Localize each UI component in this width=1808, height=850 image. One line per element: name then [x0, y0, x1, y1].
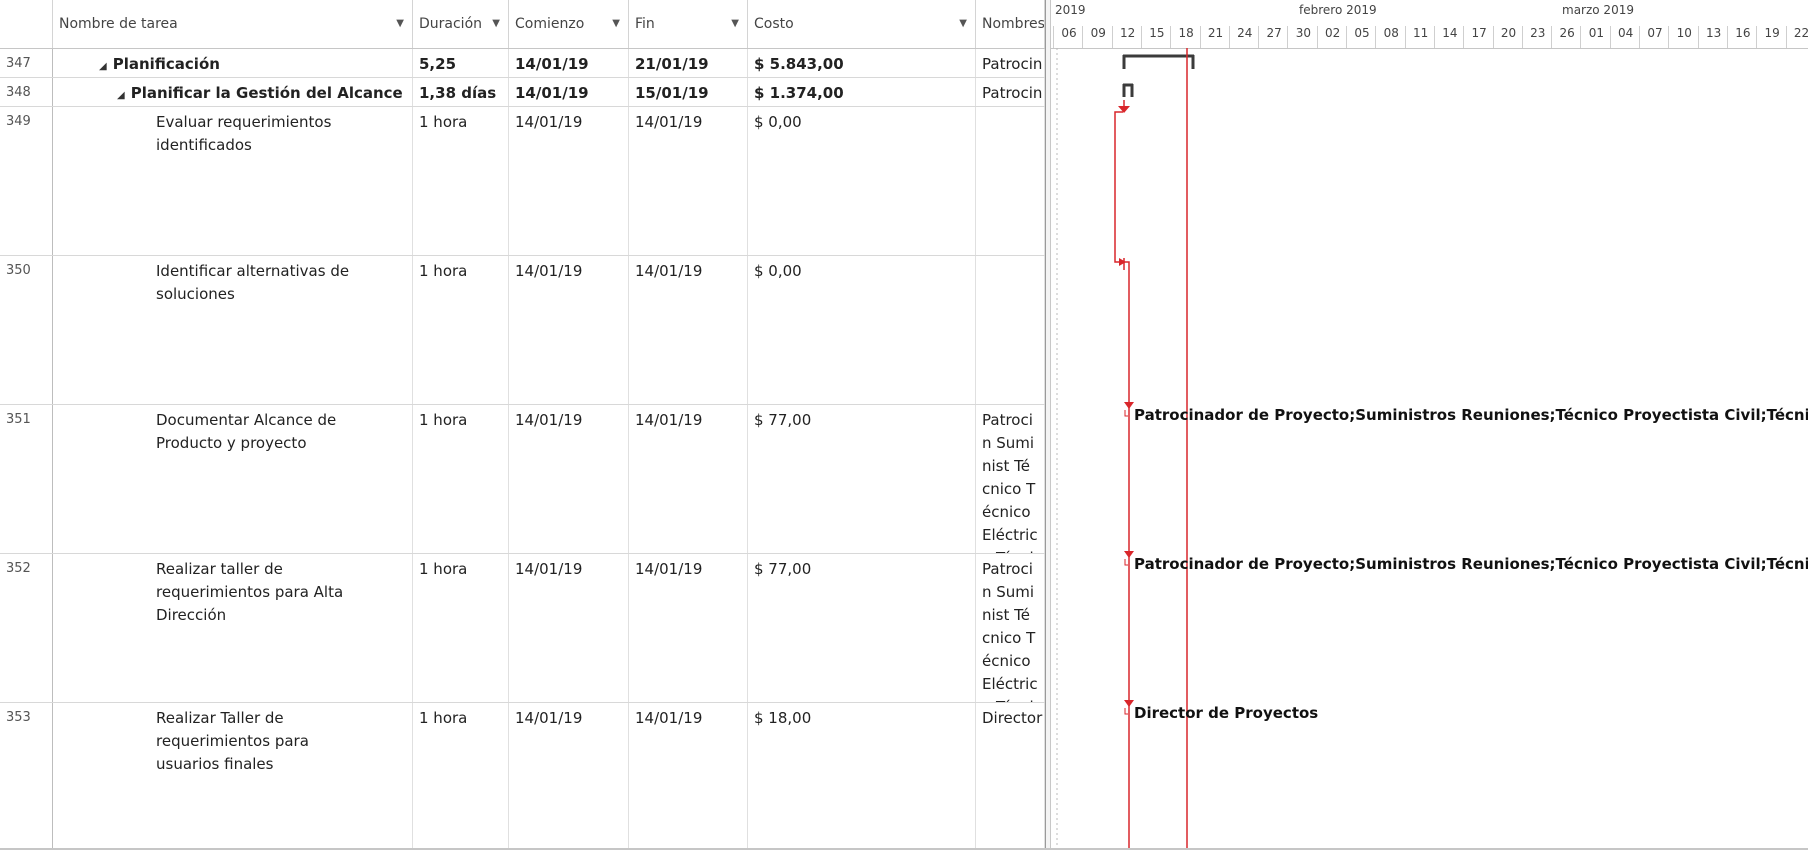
filter-dropdown-icon[interactable]: ▼ [396, 0, 404, 48]
task-table: Nombre de tarea ▼ Duración ▼ Comienzo ▼ … [0, 0, 1045, 850]
table-row[interactable]: 347 ◢ Planificación 5,25 días? 14/01/19 2… [0, 49, 1045, 78]
resources-cell[interactable] [976, 107, 1045, 255]
resources-cell[interactable] [976, 256, 1045, 404]
table-row[interactable]: 348 ◢ Planificar la Gestión del Alcance 1… [0, 78, 1045, 107]
table-header: Nombre de tarea ▼ Duración ▼ Comienzo ▼ … [0, 0, 1045, 49]
resources-cell[interactable]: Patrocin [976, 49, 1045, 77]
finish-cell[interactable]: 14/01/19 [629, 107, 748, 255]
table-row[interactable]: 349 Evaluar requerimientos identificados… [0, 107, 1045, 256]
start-cell[interactable]: 14/01/19 [509, 256, 629, 404]
finish-header-label: Fin [635, 16, 655, 32]
duration-header-label: Duración [419, 16, 483, 32]
filter-dropdown-icon[interactable]: ▼ [959, 0, 967, 48]
collapse-triangle-icon[interactable]: ◢ [117, 90, 125, 101]
resources-cell[interactable]: Patrocin Suminist Técnico Técnico Eléctr… [976, 405, 1045, 553]
start-cell[interactable]: 14/01/19 [509, 78, 629, 106]
resources-cell[interactable]: Patrocin [976, 78, 1045, 106]
duration-cell[interactable]: 5,25 días? [413, 49, 509, 77]
start-cell[interactable]: 14/01/19 [509, 703, 629, 848]
resources-header-label: Nombres [982, 16, 1045, 32]
cost-cell[interactable]: $ 18,00 [748, 703, 976, 848]
duration-column-header[interactable]: Duración ▼ [413, 0, 509, 48]
finish-column-header[interactable]: Fin ▼ [629, 0, 748, 48]
start-cell[interactable]: 14/01/19 [509, 554, 629, 702]
task-name-cell[interactable]: Realizar Taller de requerimientos para u… [53, 703, 413, 848]
task-name-header-label: Nombre de tarea [59, 16, 178, 32]
duration-cell[interactable]: 1 hora [413, 107, 509, 255]
id-column-header[interactable] [0, 0, 53, 48]
task-name: Planificar la Gestión del Alcance [130, 84, 403, 102]
gantt-bars: Patrocinador de Proyecto;Suministros Reu… [1056, 48, 1808, 848]
filter-dropdown-icon[interactable]: ▼ [731, 0, 739, 48]
duration-cell[interactable]: 1 hora [413, 256, 509, 404]
filter-dropdown-icon[interactable]: ▼ [492, 0, 500, 48]
task-name: Planificación [112, 55, 220, 73]
table-row[interactable]: 350 Identificar alternativas de solucion… [0, 256, 1045, 405]
duration-cell[interactable]: 1 hora [413, 554, 509, 702]
resources-cell[interactable]: Director [976, 703, 1045, 848]
cost-cell[interactable]: $ 5.843,00 [748, 49, 976, 77]
task-name-cell[interactable]: ◢ Planificación [53, 49, 413, 77]
start-header-label: Comienzo [515, 16, 585, 32]
finish-cell[interactable]: 14/01/19 [629, 554, 748, 702]
row-id: 348 [0, 78, 53, 106]
filter-dropdown-icon[interactable]: ▼ [612, 0, 620, 48]
task-name-cell[interactable]: Documentar Alcance de Producto y proyect… [53, 405, 413, 553]
task-name-cell[interactable]: Evaluar requerimientos identificados [53, 107, 413, 255]
resources-cell[interactable]: Patrocin Suminist Técnico Técnico Eléctr… [976, 554, 1045, 702]
table-row[interactable]: 351 Documentar Alcance de Producto y pro… [0, 405, 1045, 554]
task-name-column-header[interactable]: Nombre de tarea ▼ [53, 0, 413, 48]
finish-cell[interactable]: 21/01/19 [629, 49, 748, 77]
link-arrows [1118, 106, 1134, 707]
bar-label-352: Patrocinador de Proyecto;Suministros Reu… [1134, 555, 1808, 573]
task-name-cell[interactable]: ◢ Planificar la Gestión del Alcance [53, 78, 413, 106]
table-row[interactable]: 353 Realizar Taller de requerimientos pa… [0, 703, 1045, 848]
row-id: 347 [0, 49, 53, 77]
bar-label-351: Patrocinador de Proyecto;Suministros Reu… [1134, 406, 1808, 424]
row-id: 353 [0, 703, 53, 848]
cost-cell[interactable]: $ 0,00 [748, 256, 976, 404]
milestone-hooks [1124, 410, 1128, 715]
duration-cell[interactable]: 1 hora [413, 405, 509, 553]
cost-header-label: Costo [754, 16, 794, 32]
row-id: 352 [0, 554, 53, 702]
row-id: 349 [0, 107, 53, 255]
start-cell[interactable]: 14/01/19 [509, 49, 629, 77]
cost-cell[interactable]: $ 1.374,00 [748, 78, 976, 106]
task-name-cell[interactable]: Identificar alternativas de soluciones [53, 256, 413, 404]
duration-cell[interactable]: 1,38 días [413, 78, 509, 106]
bar-label-353: Director de Proyectos [1134, 704, 1318, 722]
summary-bar-348 [1122, 83, 1134, 97]
row-id: 351 [0, 405, 53, 553]
summary-bar-347 [1122, 54, 1195, 69]
start-cell[interactable]: 14/01/19 [509, 405, 629, 553]
cost-cell[interactable]: $ 77,00 [748, 405, 976, 553]
cost-column-header[interactable]: Costo ▼ [748, 0, 976, 48]
finish-cell[interactable]: 14/01/19 [629, 405, 748, 553]
collapse-triangle-icon[interactable]: ◢ [99, 61, 107, 72]
start-cell[interactable]: 14/01/19 [509, 107, 629, 255]
gantt-chart: 2019 febrero 2019 marzo 2019 06 09 12 15 18 2… [1051, 0, 1808, 850]
resources-column-header[interactable]: Nombres [976, 0, 1045, 48]
task-name-cell[interactable]: Realizar taller de requerimientos para A… [53, 554, 413, 702]
duration-cell[interactable]: 1 hora [413, 703, 509, 848]
finish-cell[interactable]: 15/01/19 [629, 78, 748, 106]
dependency-links [1114, 100, 1130, 848]
row-id: 350 [0, 256, 53, 404]
cost-cell[interactable]: $ 0,00 [748, 107, 976, 255]
cost-cell[interactable]: $ 77,00 [748, 554, 976, 702]
finish-cell[interactable]: 14/01/19 [629, 703, 748, 848]
table-row[interactable]: 352 Realizar taller de requerimientos pa… [0, 554, 1045, 703]
finish-cell[interactable]: 14/01/19 [629, 256, 748, 404]
start-column-header[interactable]: Comienzo ▼ [509, 0, 629, 48]
